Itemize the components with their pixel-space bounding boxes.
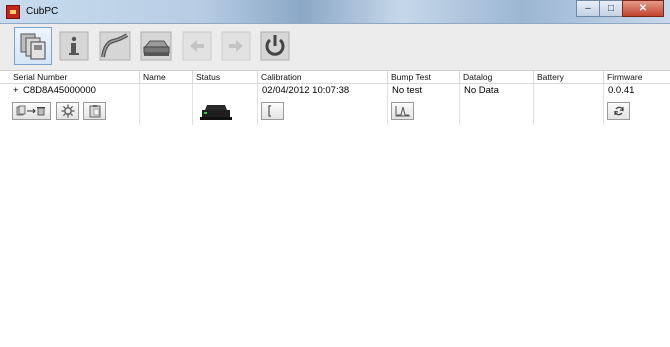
column-header-name[interactable]: Name [140,71,193,83]
copy-to-trash-icon [16,105,45,116]
calibration-date: 02/04/2012 10:07:38 [262,85,350,96]
column-header-bump-test[interactable]: Bump Test [388,71,460,83]
name-cell [140,84,193,125]
window-controls: – □ ✕ [576,0,664,18]
column-header-status[interactable]: Status [193,71,258,83]
window-title: CubPC [26,6,59,17]
firmware-version: 0.0.41 [608,85,635,96]
settings-button[interactable] [56,102,79,120]
forward-arrow-icon [221,31,251,61]
info-icon [59,31,89,61]
forward-button[interactable] [217,27,255,65]
bracket-graph-icon [267,105,271,117]
docking-station-button[interactable] [137,27,175,65]
column-header-battery[interactable]: Battery [534,71,604,83]
firmware-update-button[interactable] [607,102,630,120]
table-header: Serial Number Name Status Calibration Bu… [0,71,670,84]
firmware-cell: 0.0.41 [604,84,670,125]
back-arrow-icon [182,31,212,61]
calibration-button[interactable] [96,27,134,65]
calibration-icon [99,31,131,61]
close-icon: ✕ [638,3,648,14]
refresh-icon [613,106,624,116]
table-row[interactable]: + C8D8A45000000 02/04/2012 10:07:38 No t… [0,84,670,125]
peak-graph-icon [395,106,410,117]
devices-icon [20,33,46,60]
toolbar [0,24,670,71]
maximize-icon: □ [607,3,615,14]
column-header-firmware[interactable]: Firmware [604,71,670,83]
device-report-button[interactable] [83,102,106,120]
gear-icon [61,104,74,118]
back-button[interactable] [178,27,216,65]
serial-number-cell: + C8D8A45000000 [10,84,140,125]
expand-toggle[interactable]: + [13,85,19,96]
minimize-button[interactable]: – [576,0,600,17]
column-header-serial-number[interactable]: Serial Number [10,71,140,83]
status-cell [193,84,258,125]
column-header-datalog[interactable]: Datalog [460,71,534,83]
title-bar: CubPC – □ ✕ [0,0,670,24]
maximize-button[interactable]: □ [599,0,623,17]
column-header-calibration[interactable]: Calibration [258,71,388,83]
calibration-graph-button[interactable] [261,102,284,120]
minimize-icon: – [585,3,591,14]
app-icon [6,5,20,19]
battery-cell [534,84,604,125]
clipboard-icon [89,105,100,118]
datalog-status: No Data [464,85,499,96]
devices-button[interactable] [14,27,52,65]
docked-device-icon [200,105,232,120]
close-button[interactable]: ✕ [622,0,664,17]
bump-test-status: No test [392,85,423,96]
info-button[interactable] [55,27,93,65]
bump-test-cell: No test [388,84,460,125]
datalog-cell: No Data [460,84,534,125]
calibration-cell: 02/04/2012 10:07:38 [258,84,388,125]
serial-number: C8D8A45000000 [23,85,96,96]
transfer-data-button[interactable] [12,102,51,120]
power-icon [260,31,290,61]
docking-station-icon [140,31,172,61]
power-button[interactable] [256,27,294,65]
bump-test-graph-button[interactable] [391,102,414,120]
